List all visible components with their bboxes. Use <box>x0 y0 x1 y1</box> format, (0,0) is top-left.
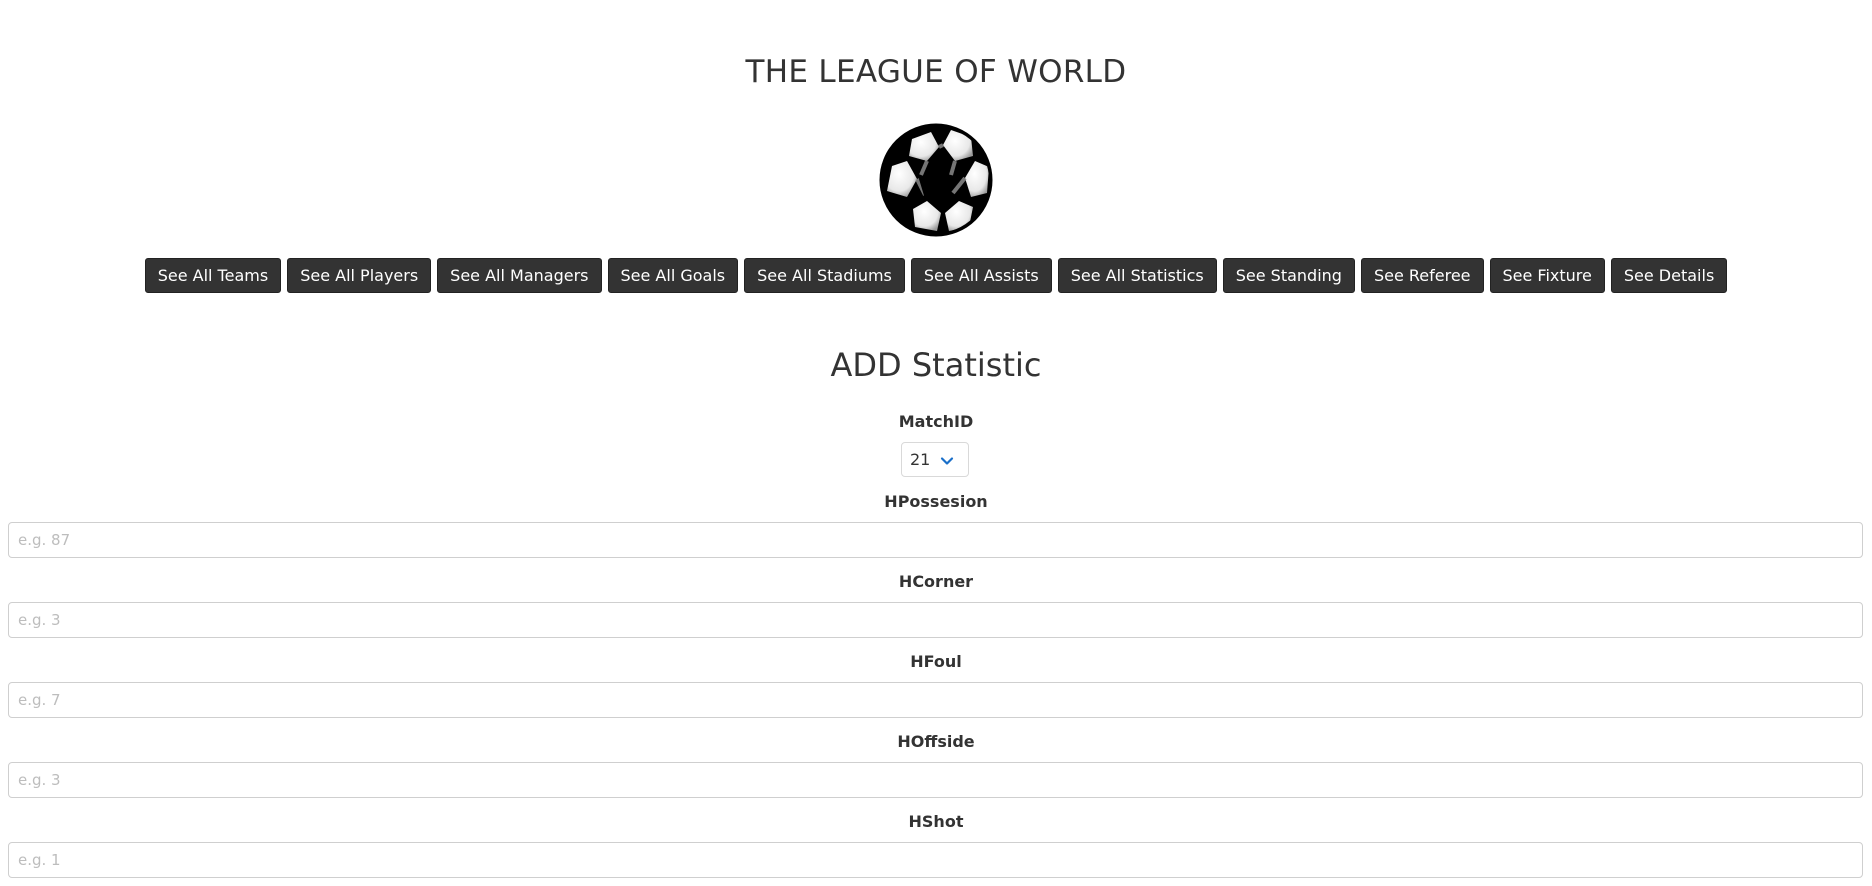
see-all-goals-button[interactable]: See All Goals <box>607 258 739 293</box>
form-title: ADD Statistic <box>830 346 1042 384</box>
see-all-stadiums-button[interactable]: See All Stadiums <box>744 258 905 293</box>
hfoul-input[interactable] <box>8 682 1863 718</box>
match-id-selected-value: 21 <box>910 450 931 469</box>
see-details-button[interactable]: See Details <box>1610 258 1728 293</box>
hfoul-label: HFoul <box>910 652 962 671</box>
see-fixture-button[interactable]: See Fixture <box>1489 258 1605 293</box>
hoffside-input[interactable] <box>8 762 1863 798</box>
see-all-managers-button[interactable]: See All Managers <box>437 258 602 293</box>
soccer-ball-icon <box>879 123 993 237</box>
hshot-input[interactable] <box>8 842 1863 878</box>
see-standing-button[interactable]: See Standing <box>1222 258 1355 293</box>
see-all-teams-button[interactable]: See All Teams <box>144 258 282 293</box>
page: THE LEAGUE OF WORLD See All Teams See Al… <box>0 0 1872 886</box>
hoffside-label: HOffside <box>897 732 975 751</box>
match-id-select[interactable]: 21 <box>901 442 969 477</box>
hshot-label: HShot <box>908 812 964 831</box>
site-title: THE LEAGUE OF WORLD <box>745 54 1127 90</box>
hcorner-label: HCorner <box>898 572 974 591</box>
chevron-down-icon <box>940 453 954 467</box>
hpossesion-label: HPossesion <box>884 492 988 511</box>
see-all-players-button[interactable]: See All Players <box>287 258 432 293</box>
see-all-statistics-button[interactable]: See All Statistics <box>1057 258 1217 293</box>
hpossesion-input[interactable] <box>8 522 1863 558</box>
see-all-assists-button[interactable]: See All Assists <box>910 258 1052 293</box>
hcorner-input[interactable] <box>8 602 1863 638</box>
see-referee-button[interactable]: See Referee <box>1360 258 1484 293</box>
match-id-label: MatchID <box>898 412 974 431</box>
main-nav: See All Teams See All Players See All Ma… <box>0 258 1872 293</box>
